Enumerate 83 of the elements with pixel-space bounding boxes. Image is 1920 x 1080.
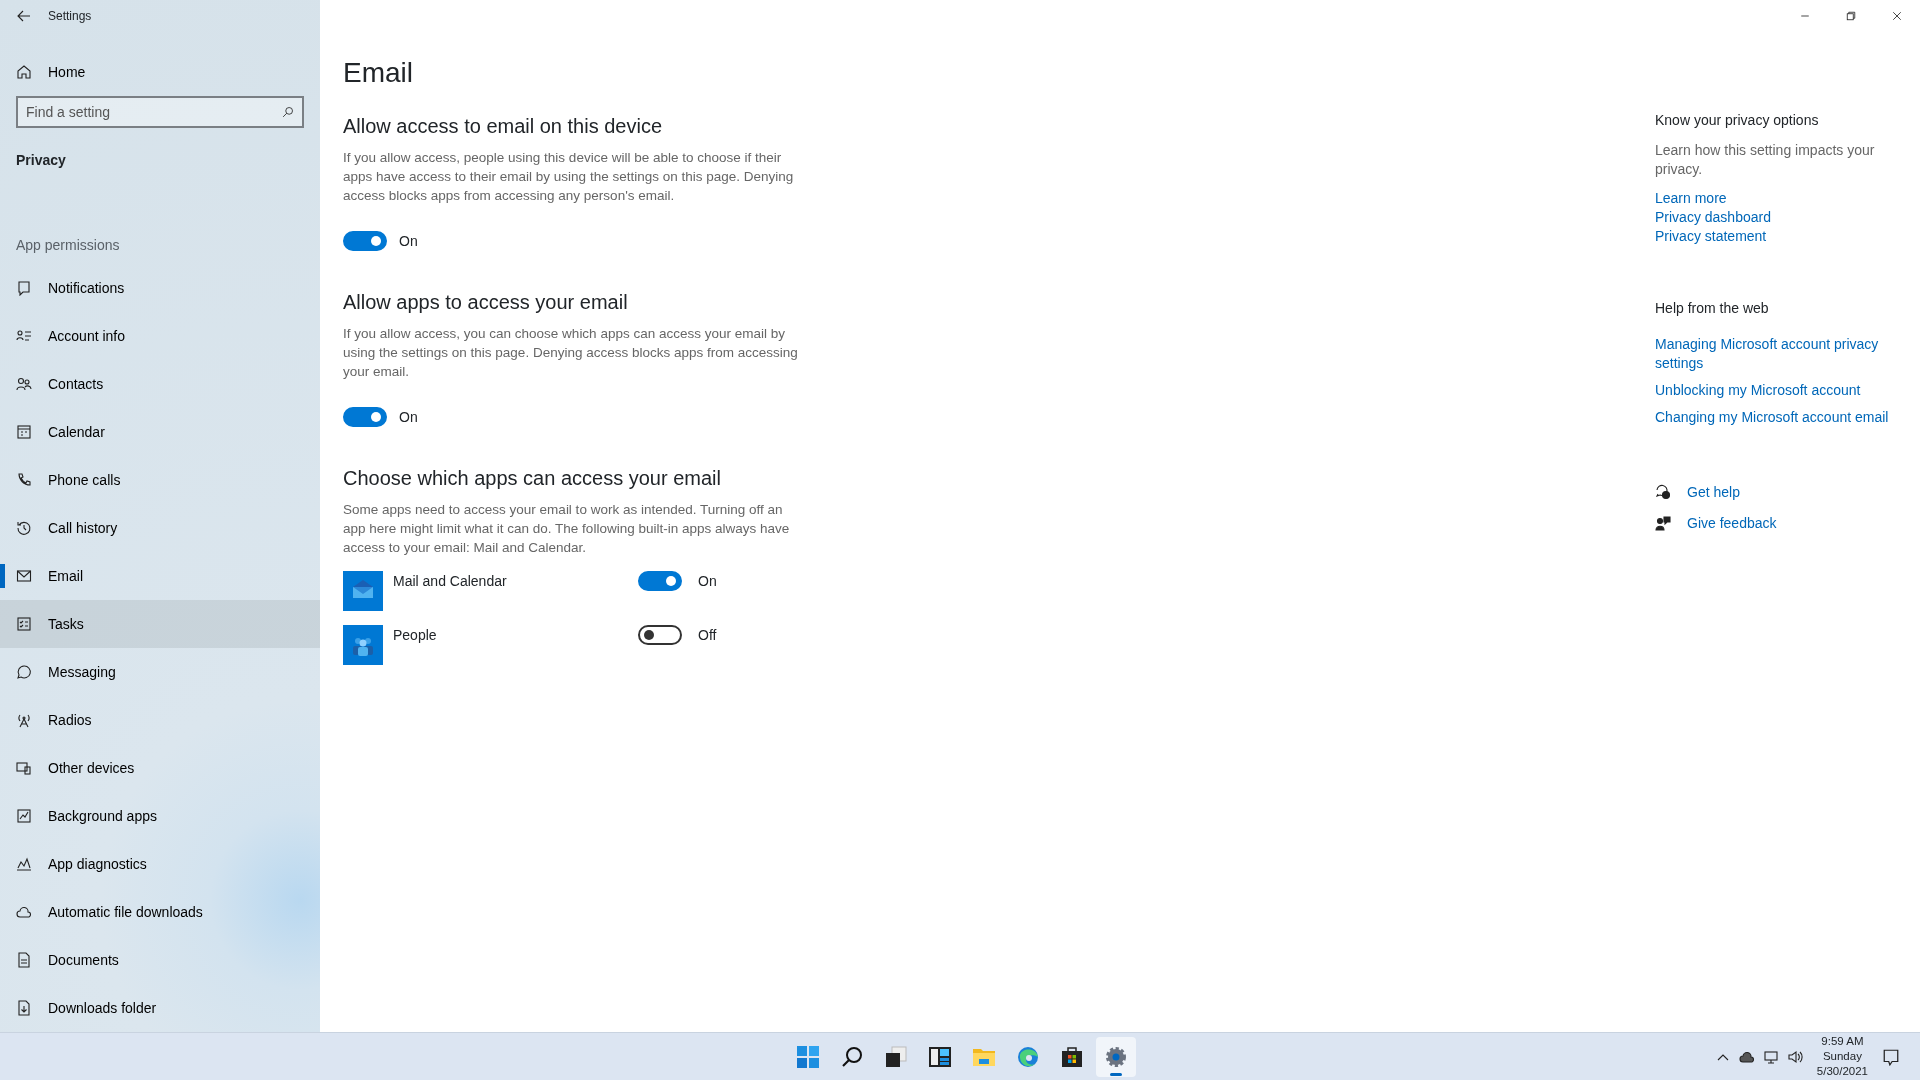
back-arrow-icon (16, 8, 32, 24)
toggle-switch[interactable] (343, 407, 387, 428)
page-title: Email (343, 56, 414, 90)
browser-icon (1016, 1044, 1040, 1069)
app-name: People (392, 625, 438, 645)
envelope-icon (16, 568, 32, 584)
aside-link[interactable]: Unblocking my Microsoft account (1655, 380, 1905, 400)
toggle-switch[interactable] (343, 231, 387, 252)
help-link[interactable]: Get help (1687, 482, 1740, 502)
aside-link[interactable]: Privacy statement (1655, 226, 1905, 246)
aside-link[interactable]: Managing Microsoft account privacy settings (1655, 334, 1905, 373)
person-list-icon (16, 328, 32, 344)
section-description: Some apps need to access your email to work as intended. Turning off an app here might limit what it can do. The following built-in apps always have access to your email: Mail and Calendar. (343, 500, 791, 557)
document-icon (16, 1000, 32, 1016)
antenna-icon (16, 712, 32, 728)
history-icon (16, 520, 32, 536)
section-description: If you allow access, people using this device will be able to choose if their apps have access to their email by using the settings on this page. Denying access blocks apps from accessing any person's email. (343, 148, 795, 205)
sidebar-item[interactable]: Calendar (0, 408, 320, 456)
sidebar-item[interactable]: Other devices (0, 744, 320, 792)
cloud-icon (16, 904, 32, 920)
search-field[interactable]: Find a setting (16, 96, 304, 128)
chart-icon (16, 808, 32, 824)
restore-icon (1845, 10, 1857, 22)
sidebar-item[interactable]: Messaging (0, 648, 320, 696)
task-view-icon (884, 1044, 908, 1069)
clock-date: 5/30/2021 (1816, 1064, 1868, 1079)
sidebar-item[interactable]: Tasks (0, 600, 320, 648)
home-icon (16, 64, 32, 80)
gear-icon (1104, 1044, 1128, 1069)
app-name: Mail and Calendar (392, 571, 508, 591)
close-icon (1891, 10, 1903, 22)
document-icon (16, 952, 32, 968)
clock-day: Sunday (1816, 1049, 1868, 1064)
sidebar-item[interactable]: Automatic file downloads (0, 888, 320, 936)
monitor-icon (1762, 1048, 1779, 1065)
clock-time: 9:59 AM (1820, 1034, 1865, 1049)
windows-logo-icon (796, 1044, 820, 1069)
toggle-switch[interactable] (638, 625, 682, 646)
section-heading: Allow apps to access your email (343, 289, 629, 314)
sidebar-item[interactable]: Phone calls (0, 456, 320, 504)
calendar-icon (16, 424, 32, 440)
feedback-person-icon (1655, 515, 1671, 532)
toggle-label: On (399, 231, 418, 251)
shopping-bag-icon (1060, 1044, 1084, 1069)
phone-icon (16, 472, 32, 488)
help-link[interactable]: Give feedback (1687, 513, 1777, 533)
sidebar-item[interactable]: Downloads folder (0, 984, 320, 1032)
aside-description: Learn how this setting impacts your privacy. (1655, 140, 1876, 179)
search-icon (840, 1044, 864, 1069)
sidebar-item[interactable]: Contacts (0, 360, 320, 408)
aside-link[interactable]: Learn more (1655, 188, 1905, 208)
section-title: Privacy (16, 151, 67, 170)
pulse-chart-icon (16, 856, 32, 872)
section-heading: Allow access to email on this device (343, 113, 664, 138)
aside-link[interactable]: Changing my Microsoft account email (1655, 407, 1905, 427)
aside-heading: Help from the web (1655, 299, 1770, 317)
sidebar-item[interactable]: App diagnostics (0, 840, 320, 888)
sidebar-item[interactable]: Call history (0, 504, 320, 552)
sidebar-item[interactable]: Account info (0, 312, 320, 360)
chat-bubble-icon (16, 664, 32, 680)
sidebar-item[interactable]: Radios (0, 696, 320, 744)
toggle-label: Off (698, 625, 717, 645)
sidebar-item[interactable]: Documents (0, 936, 320, 984)
group-label: App permissions (16, 236, 121, 255)
sidebar-item[interactable]: Notifications (0, 264, 320, 312)
search-icon (282, 106, 294, 118)
section-description: If you allow access, you can choose which apps can access your email by using the settings on this page. Denying access blocks apps from accessing your email. (343, 324, 799, 381)
home-link[interactable]: Home (0, 60, 102, 84)
aside-heading: Know your privacy options (1655, 112, 1820, 129)
toggle-label: On (698, 571, 717, 591)
sidebar-item[interactable]: Background apps (0, 792, 320, 840)
toggle-switch[interactable] (638, 571, 682, 592)
section-heading: Choose which apps can access your email (343, 465, 722, 490)
sidebar-item[interactable]: Email (0, 552, 320, 600)
toggle-label: On (399, 407, 418, 427)
notification-icon (1882, 1047, 1900, 1066)
checklist-icon (16, 616, 32, 632)
widgets-icon (928, 1044, 952, 1069)
window-title: Settings (48, 8, 92, 25)
people-icon (16, 376, 32, 392)
speaker-icon (1786, 1048, 1803, 1065)
devices-icon (16, 760, 32, 776)
aside-link[interactable]: Privacy dashboard (1655, 207, 1905, 227)
